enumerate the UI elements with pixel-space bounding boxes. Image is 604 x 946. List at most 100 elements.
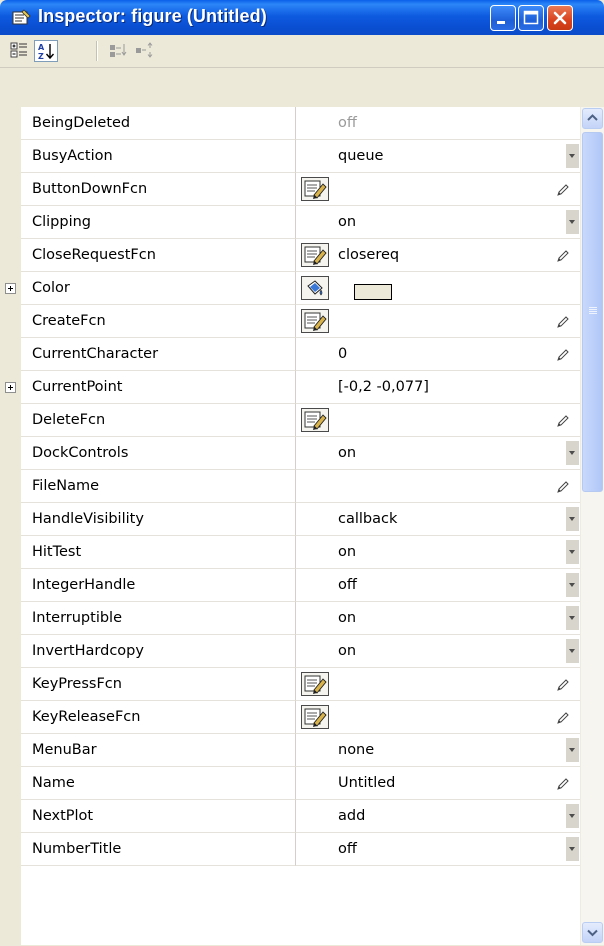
color-swatch[interactable] (354, 284, 392, 300)
close-button[interactable] (547, 5, 573, 31)
property-row[interactable]: KeyPressFcn (0, 668, 580, 701)
property-value-cell[interactable]: closereq (296, 239, 580, 272)
callback-editor-icon[interactable] (301, 705, 329, 729)
property-row[interactable]: CreateFcn (0, 305, 580, 338)
property-row[interactable]: DockControls on (0, 437, 580, 470)
collapse-all-button[interactable] (133, 40, 157, 62)
pencil-icon[interactable] (556, 710, 570, 724)
property-row[interactable]: CurrentCharacter 0 (0, 338, 580, 371)
callback-editor-icon[interactable] (301, 408, 329, 432)
dropdown-arrow-icon[interactable] (566, 540, 579, 564)
row-gutter (0, 470, 21, 503)
property-value: off (338, 115, 357, 131)
callback-editor-icon[interactable] (301, 177, 329, 201)
property-row[interactable]: BeingDeleted off (0, 107, 580, 140)
svg-text:Z: Z (38, 52, 44, 61)
property-value-cell[interactable] (296, 272, 580, 305)
dropdown-arrow-icon[interactable] (566, 738, 579, 762)
property-row[interactable]: HandleVisibility callback (0, 503, 580, 536)
property-value-cell[interactable]: add (296, 800, 580, 833)
expand-all-button[interactable] (107, 40, 131, 62)
property-value-cell[interactable]: Untitled (296, 767, 580, 800)
pencil-icon[interactable] (556, 347, 570, 361)
callback-editor-icon[interactable] (301, 672, 329, 696)
property-row[interactable]: NumberTitle off (0, 833, 580, 866)
expand-icon[interactable] (5, 382, 16, 393)
property-value: queue (338, 148, 384, 164)
property-row[interactable]: IntegerHandle off (0, 569, 580, 602)
property-value-cell[interactable]: on (296, 635, 580, 668)
property-row[interactable]: CurrentPoint [-0,2 -0,077] (0, 371, 580, 404)
property-name: KeyReleaseFcn (21, 701, 296, 734)
maximize-button[interactable] (518, 5, 544, 31)
property-value-cell[interactable]: queue (296, 140, 580, 173)
property-value-cell[interactable]: on (296, 536, 580, 569)
alphabetical-sort-button[interactable]: A Z (34, 40, 58, 62)
property-value-cell[interactable] (296, 305, 580, 338)
dropdown-arrow-icon[interactable] (566, 804, 579, 828)
property-value-cell[interactable] (296, 470, 580, 503)
dropdown-arrow-icon[interactable] (566, 573, 579, 597)
property-value-cell[interactable]: off (296, 569, 580, 602)
property-value-cell[interactable] (296, 404, 580, 437)
property-name: HitTest (21, 536, 296, 569)
scroll-down-button[interactable] (582, 922, 603, 943)
title-bar[interactable]: Inspector: figure (Untitled) (0, 0, 604, 35)
scroll-up-button[interactable] (582, 108, 603, 129)
property-row[interactable]: NextPlot add (0, 800, 580, 833)
pencil-icon[interactable] (556, 677, 570, 691)
property-value-cell[interactable]: callback (296, 503, 580, 536)
property-row[interactable]: InvertHardcopy on (0, 635, 580, 668)
property-row[interactable]: ButtonDownFcn (0, 173, 580, 206)
pencil-icon[interactable] (556, 182, 570, 196)
categorized-view-button[interactable] (8, 40, 32, 62)
property-row[interactable]: Clipping on (0, 206, 580, 239)
property-name: IntegerHandle (21, 569, 296, 602)
callback-editor-icon[interactable] (301, 309, 329, 333)
dropdown-arrow-icon[interactable] (566, 507, 579, 531)
dropdown-arrow-icon[interactable] (566, 210, 579, 234)
property-value-cell[interactable]: 0 (296, 338, 580, 371)
dropdown-arrow-icon[interactable] (566, 606, 579, 630)
pencil-icon[interactable] (556, 314, 570, 328)
property-value-cell[interactable]: none (296, 734, 580, 767)
dropdown-arrow-icon[interactable] (566, 441, 579, 465)
row-gutter (0, 206, 21, 239)
row-gutter (0, 437, 21, 470)
property-row[interactable]: KeyReleaseFcn (0, 701, 580, 734)
dropdown-arrow-icon[interactable] (566, 639, 579, 663)
property-row[interactable]: MenuBar none (0, 734, 580, 767)
property-row[interactable]: FileName (0, 470, 580, 503)
pencil-icon[interactable] (556, 248, 570, 262)
pencil-icon[interactable] (556, 479, 570, 493)
dropdown-arrow-icon[interactable] (566, 837, 579, 861)
property-value-cell[interactable]: on (296, 206, 580, 239)
property-value-cell[interactable] (296, 668, 580, 701)
property-value-cell[interactable] (296, 701, 580, 734)
property-row[interactable]: DeleteFcn (0, 404, 580, 437)
property-value-cell[interactable]: on (296, 602, 580, 635)
property-row[interactable]: Color (0, 272, 580, 305)
minimize-button[interactable] (490, 5, 516, 31)
property-value-cell[interactable]: off (296, 107, 580, 140)
row-gutter (0, 371, 21, 404)
property-row[interactable]: Interruptible on (0, 602, 580, 635)
property-value-cell[interactable]: [-0,2 -0,077] (296, 371, 580, 404)
property-row[interactable]: HitTest on (0, 536, 580, 569)
property-value-cell[interactable] (296, 173, 580, 206)
vertical-scrollbar[interactable] (580, 107, 604, 945)
property-value-cell[interactable]: off (296, 833, 580, 866)
property-row[interactable]: BusyAction queue (0, 140, 580, 173)
scroll-thumb[interactable] (582, 132, 603, 492)
close-icon (553, 11, 567, 25)
property-row[interactable]: CloseRequestFcn closereq (0, 239, 580, 272)
pencil-icon[interactable] (556, 776, 570, 790)
callback-editor-icon[interactable] (301, 243, 329, 267)
dropdown-arrow-icon[interactable] (566, 144, 579, 168)
expand-icon[interactable] (5, 283, 16, 294)
pencil-icon[interactable] (556, 413, 570, 427)
color-picker-icon[interactable] (301, 276, 329, 300)
row-gutter (0, 140, 21, 173)
property-value-cell[interactable]: on (296, 437, 580, 470)
property-row[interactable]: Name Untitled (0, 767, 580, 800)
